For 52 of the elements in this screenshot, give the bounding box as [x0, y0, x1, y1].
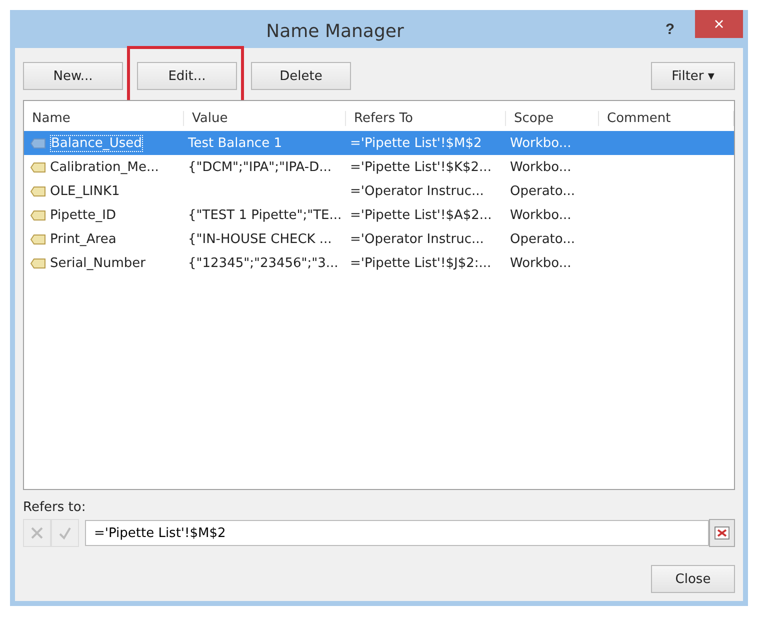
- table-cell: Workbo...: [510, 208, 572, 222]
- name-row[interactable]: Serial_Number {"12345";"23456";"3... ='Pipette List'!$J$2:... Workbo...: [24, 251, 734, 275]
- help-button[interactable]: ?: [655, 20, 685, 38]
- table-cell: Operato...: [510, 184, 576, 198]
- column-header[interactable]: Value: [184, 110, 346, 126]
- table-cell: ='Operator Instruc...: [350, 184, 484, 198]
- table-cell: {"IN-HOUSE CHECK ...: [188, 232, 332, 246]
- cancel-icon[interactable]: [23, 519, 51, 547]
- table-cell: Operato...: [510, 232, 576, 246]
- filter-button[interactable]: Filter ▾: [651, 62, 735, 90]
- name-tag-icon: [30, 234, 46, 244]
- table-cell: Workbo...: [510, 256, 572, 270]
- table-cell: {"12345";"23456";"3...: [188, 256, 338, 270]
- name-tag-icon: [30, 186, 46, 196]
- check-icon[interactable]: [51, 519, 79, 547]
- column-header[interactable]: Refers To: [346, 110, 506, 126]
- name-row[interactable]: OLE_LINK1 ='Operator Instruc... Operato...: [24, 179, 734, 203]
- window-title: Name Manager: [265, 20, 405, 42]
- close-dialog-button[interactable]: Close: [651, 565, 735, 593]
- table-cell: ='Operator Instruc...: [350, 232, 484, 246]
- name-row[interactable]: Print_Area {"IN-HOUSE CHECK ... ='Operator Instruc... Operato...: [24, 227, 734, 251]
- name-row[interactable]: Pipette_ID {"TEST 1 Pipette";"TE... ='Pipette List'!$A$2... Workbo...: [24, 203, 734, 227]
- toolbar-button[interactable]: Delete: [251, 62, 351, 90]
- refers-to-label: Refers to:: [23, 500, 87, 515]
- name-text: Balance_Used: [50, 134, 143, 152]
- name-tag-icon: [30, 162, 46, 172]
- toolbar-button[interactable]: Edit...: [137, 62, 237, 90]
- close-button[interactable]: ×: [695, 10, 743, 38]
- table-cell: ='Pipette List'!$M$2: [350, 136, 482, 150]
- table-cell: Workbo...: [510, 136, 572, 150]
- toolbar-button[interactable]: New...: [23, 62, 123, 90]
- name-row[interactable]: Calibration_Me... {"DCM";"IPA";"IPA-D... ='Pipette List'!$K$2... Workbo...: [24, 155, 734, 179]
- table-cell: ='Pipette List'!$A$2...: [350, 208, 492, 222]
- name-text: Pipette_ID: [50, 208, 116, 222]
- table-cell: {"DCM";"IPA";"IPA-D...: [188, 160, 332, 174]
- name-tag-icon: [30, 210, 46, 220]
- name-tag-icon: [30, 138, 46, 148]
- name-text: Calibration_Me...: [50, 160, 159, 174]
- table-cell: {"TEST 1 Pipette";"TE...: [188, 208, 342, 222]
- table-cell: Test Balance 1: [188, 136, 282, 150]
- column-header[interactable]: Comment: [599, 110, 734, 126]
- column-header[interactable]: Name: [24, 110, 184, 126]
- table-cell: ='Pipette List'!$K$2...: [350, 160, 492, 174]
- collapse-dialog-icon[interactable]: [709, 519, 735, 547]
- name-text: OLE_LINK1: [50, 184, 120, 198]
- column-header[interactable]: Scope: [506, 110, 599, 126]
- name-text: Print_Area: [50, 232, 116, 246]
- name-text: Serial_Number: [50, 256, 146, 270]
- table-cell: ='Pipette List'!$J$2:...: [350, 256, 492, 270]
- table-cell: Workbo...: [510, 160, 572, 174]
- refers-to-field[interactable]: ='Pipette List'!$M$2: [85, 520, 709, 546]
- name-tag-icon: [30, 258, 46, 268]
